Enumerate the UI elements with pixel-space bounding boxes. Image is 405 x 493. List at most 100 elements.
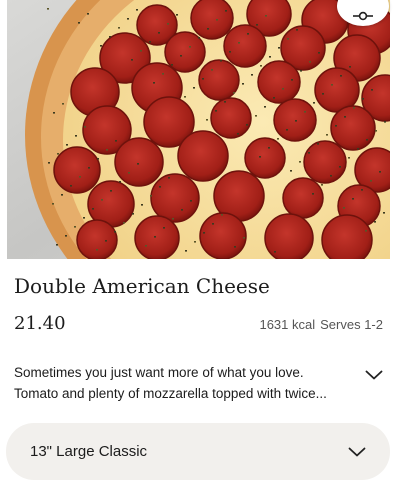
oregano-fleck <box>331 84 333 86</box>
oregano-fleck <box>206 119 208 121</box>
pepperoni-slice <box>198 59 240 101</box>
oregano-fleck <box>105 240 107 242</box>
oregano-fleck <box>110 190 112 192</box>
oregano-fleck <box>330 175 332 177</box>
oregano-fleck <box>163 227 165 229</box>
pepperoni-slice <box>282 177 324 219</box>
oregano-fleck <box>304 111 306 113</box>
oregano-fleck <box>317 143 319 145</box>
oregano-fleck <box>335 125 337 127</box>
oregano-fleck <box>383 212 385 214</box>
oregano-fleck <box>203 232 205 234</box>
oregano-fleck <box>268 147 270 149</box>
oregano-fleck <box>153 82 155 84</box>
oregano-fleck <box>287 38 289 40</box>
oregano-fleck <box>290 170 292 172</box>
pepperoni-slice <box>134 215 180 259</box>
chevron-down-icon <box>348 447 366 456</box>
oregano-fleck <box>185 250 187 252</box>
oregano-fleck <box>278 47 280 49</box>
expand-description-button[interactable] <box>363 364 385 386</box>
oregano-fleck <box>308 152 310 154</box>
oregano-fleck <box>70 185 72 187</box>
oregano-fleck <box>158 32 160 34</box>
oregano-fleck <box>286 129 288 131</box>
oregano-fleck <box>242 83 244 85</box>
oregano-fleck <box>149 41 151 43</box>
oregano-fleck <box>194 241 196 243</box>
oregano-fleck <box>374 221 376 223</box>
oregano-fleck <box>168 177 170 179</box>
oregano-fleck <box>75 135 77 137</box>
oregano-fleck <box>74 226 76 228</box>
oregano-fleck <box>190 200 192 202</box>
oregano-fleck <box>300 70 302 72</box>
calories-text: 1631 kcal <box>259 317 316 332</box>
oregano-fleck <box>145 245 147 247</box>
oregano-fleck <box>224 101 226 103</box>
oregano-fleck <box>66 144 68 146</box>
oregano-fleck <box>234 246 236 248</box>
oregano-fleck <box>255 115 257 117</box>
oregano-fleck <box>256 24 258 26</box>
oregano-fleck <box>251 74 253 76</box>
oregano-fleck <box>220 60 222 62</box>
oregano-fleck <box>229 51 231 53</box>
oregano-fleck <box>92 208 94 210</box>
oregano-fleck <box>233 92 235 94</box>
pepperoni-slice <box>330 105 376 151</box>
oregano-fleck <box>309 61 311 63</box>
pepperoni-slice <box>177 130 229 182</box>
pepperoni-slice <box>199 212 247 259</box>
oregano-fleck <box>379 171 381 173</box>
size-select[interactable]: 13" Large Classic <box>6 423 390 480</box>
pepperoni-slice <box>257 60 301 104</box>
oregano-fleck <box>321 184 323 186</box>
oregano-fleck <box>243 237 245 239</box>
pepperoni-slice <box>264 213 314 259</box>
oregano-fleck <box>79 176 81 178</box>
oregano-fleck <box>137 163 139 165</box>
oregano-fleck <box>295 120 297 122</box>
oregano-fleck <box>365 230 367 232</box>
oregano-fleck <box>101 199 103 201</box>
oregano-fleck <box>207 28 209 30</box>
oregano-fleck <box>78 22 80 24</box>
oregano-fleck <box>260 65 262 67</box>
oregano-fleck <box>322 93 324 95</box>
oregano-fleck <box>56 244 58 246</box>
oregano-fleck <box>171 64 173 66</box>
oregano-fleck <box>53 112 55 114</box>
pepperoni-slice <box>223 24 267 68</box>
chevron-down-icon <box>365 370 383 380</box>
oregano-fleck <box>115 140 117 142</box>
oregano-fleck <box>277 138 279 140</box>
pepperoni-slice <box>321 214 373 259</box>
oregano-fleck <box>348 157 350 159</box>
oregano-fleck <box>176 14 178 16</box>
oregano-fleck <box>366 139 368 141</box>
oregano-fleck <box>193 87 195 89</box>
oregano-fleck <box>140 50 142 52</box>
oregano-fleck <box>282 88 284 90</box>
oregano-fleck <box>131 59 133 61</box>
pepperoni-slice <box>303 140 347 184</box>
product-description: Sometimes you just want more of what you… <box>14 362 359 404</box>
oregano-fleck <box>370 180 372 182</box>
filter-icon <box>353 11 373 21</box>
oregano-fleck <box>384 121 386 123</box>
size-selected-value: 13" Large Classic <box>30 443 148 460</box>
oregano-fleck <box>180 55 182 57</box>
oregano-fleck <box>150 195 152 197</box>
oregano-fleck <box>361 189 363 191</box>
pepperoni-slice <box>53 146 101 194</box>
oregano-fleck <box>357 148 359 150</box>
oregano-fleck <box>339 166 341 168</box>
oregano-fleck <box>184 96 186 98</box>
oregano-fleck <box>189 46 191 48</box>
oregano-fleck <box>216 19 218 21</box>
oregano-fleck <box>181 209 183 211</box>
oregano-fleck <box>343 207 345 209</box>
oregano-fleck <box>352 198 354 200</box>
oregano-fleck <box>238 42 240 44</box>
